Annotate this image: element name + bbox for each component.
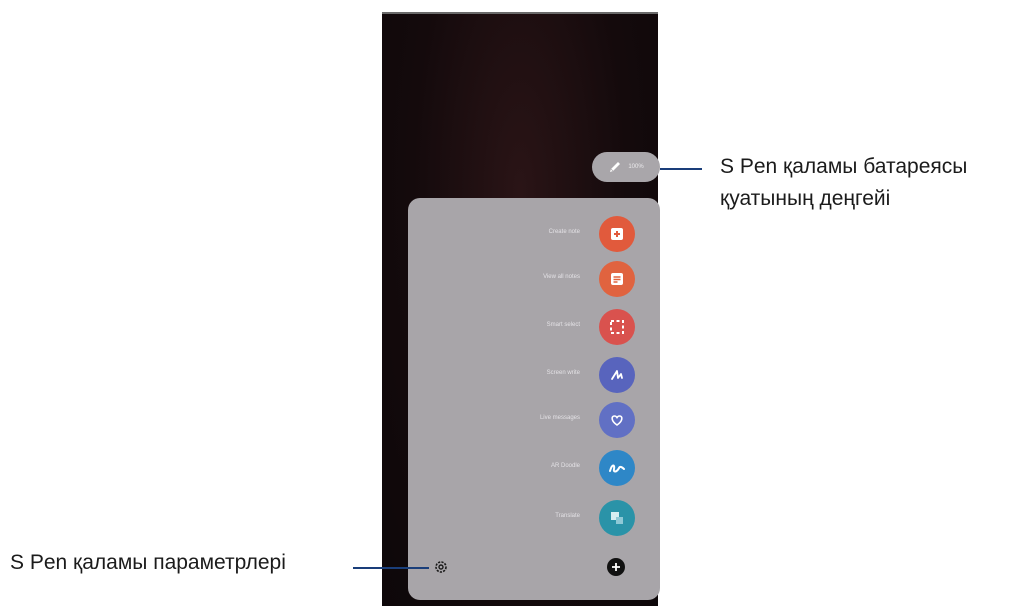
create-note-icon[interactable] — [599, 216, 635, 252]
gear-icon[interactable] — [433, 559, 449, 575]
battery-percent: 100% — [628, 164, 644, 170]
settings-callout-line — [353, 567, 429, 569]
battery-callout-line — [660, 168, 702, 170]
phone-frame-edge — [382, 12, 658, 14]
air-command-panel: Create note View all notes Smart select … — [408, 198, 660, 600]
s-pen-battery-indicator: 100% — [592, 152, 660, 182]
menu-item-label: Translate — [555, 513, 580, 519]
translate-icon[interactable] — [599, 500, 635, 536]
battery-callout-line1: S Pen қаламы батареясы — [720, 155, 968, 178]
ar-doodle-icon[interactable] — [599, 450, 635, 486]
menu-item-label: AR Doodle — [550, 463, 580, 469]
menu-item-view-all-notes[interactable]: View all notes — [408, 261, 660, 297]
menu-item-label: Screen write — [546, 370, 580, 376]
menu-item-translate[interactable]: Translate — [408, 500, 660, 536]
menu-item-create-note[interactable]: Create note — [408, 216, 660, 252]
battery-callout-line2: қуатының деңгейі — [720, 187, 891, 210]
screen-write-icon[interactable] — [599, 357, 635, 393]
menu-item-smart-select[interactable]: Smart select — [408, 309, 660, 345]
settings-callout-text: S Pen қаламы параметрлері — [10, 551, 286, 574]
menu-item-label: Live messages — [539, 415, 580, 421]
smart-select-icon[interactable] — [599, 309, 635, 345]
menu-item-label: Smart select — [546, 322, 580, 328]
menu-item-ar-doodle[interactable]: AR Doodle — [408, 450, 660, 486]
add-icon[interactable] — [607, 558, 625, 576]
menu-item-screen-write[interactable]: Screen write — [408, 357, 660, 393]
menu-item-live-messages[interactable]: Live messages — [408, 402, 660, 438]
view-notes-icon[interactable] — [599, 261, 635, 297]
live-messages-icon[interactable] — [599, 402, 635, 438]
menu-item-label: Create note — [548, 229, 580, 235]
pen-icon — [610, 162, 621, 172]
menu-item-label: View all notes — [543, 274, 580, 280]
